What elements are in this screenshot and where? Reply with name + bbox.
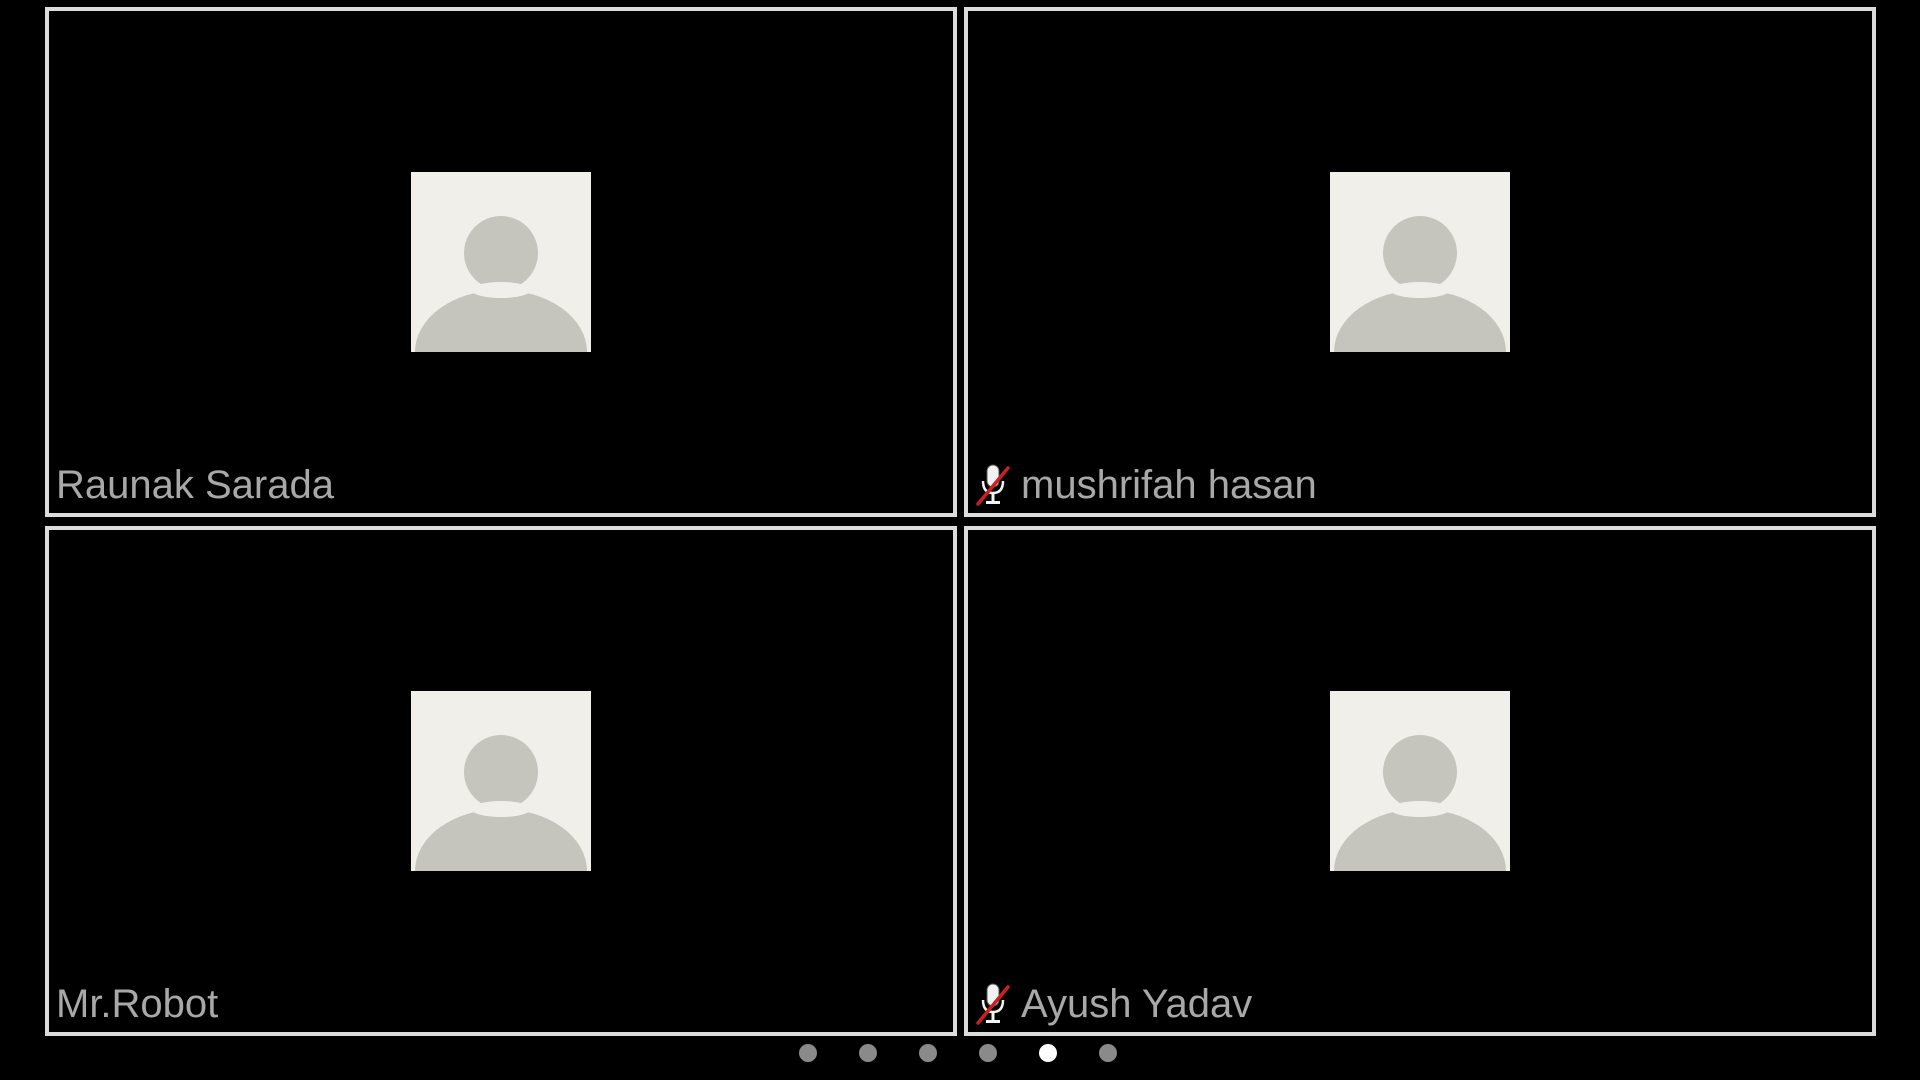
page-dot[interactable] — [919, 1044, 937, 1062]
default-avatar-icon — [1330, 691, 1510, 871]
participant-tile[interactable]: Raunak Sarada — [45, 7, 957, 517]
participant-name-row: Ayush Yadav — [975, 980, 1252, 1028]
participant-name-row: Raunak Sarada — [56, 461, 334, 509]
page-dot[interactable] — [799, 1044, 817, 1062]
participant-tile[interactable]: Mr.Robot — [45, 526, 957, 1036]
default-avatar-icon — [411, 172, 591, 352]
participant-name: Ayush Yadav — [1021, 982, 1253, 1026]
participant-name: Raunak Sarada — [56, 463, 334, 507]
microphone-muted-icon — [976, 983, 1010, 1025]
microphone-muted-icon — [976, 464, 1010, 506]
participant-name: Mr.Robot — [56, 982, 219, 1026]
page-dot[interactable] — [979, 1044, 997, 1062]
participant-name-row: Mr.Robot — [56, 980, 218, 1028]
default-avatar-icon — [411, 691, 591, 871]
video-gallery: Raunak Sarada mushrifah hasan Mr.Robot A… — [0, 0, 1920, 1080]
participant-name: mushrifah hasan — [1021, 463, 1317, 507]
page-dot[interactable] — [1099, 1044, 1117, 1062]
default-avatar-icon — [1330, 172, 1510, 352]
participant-tile[interactable]: Ayush Yadav — [964, 526, 1876, 1036]
page-indicator — [0, 1044, 1920, 1066]
participant-name-row: mushrifah hasan — [975, 461, 1317, 509]
participant-tile[interactable]: mushrifah hasan — [964, 7, 1876, 517]
page-dot[interactable] — [859, 1044, 877, 1062]
page-dot-active[interactable] — [1039, 1044, 1057, 1062]
